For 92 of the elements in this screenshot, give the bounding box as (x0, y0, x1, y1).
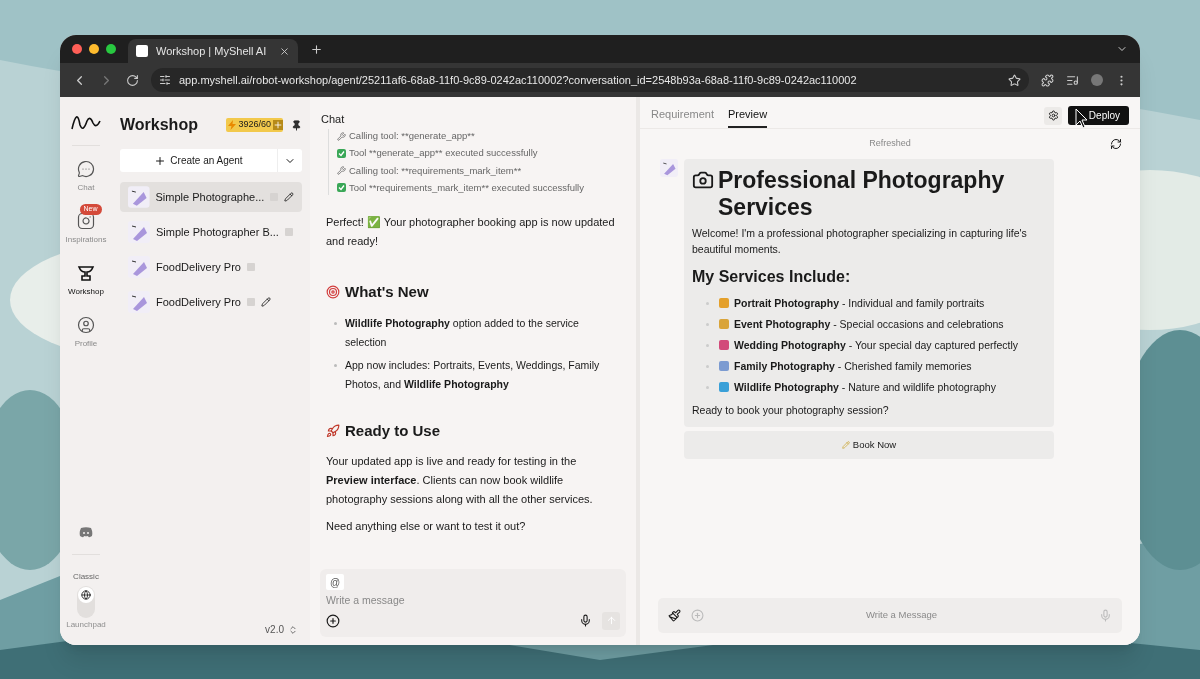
address-bar[interactable]: app.myshell.ai/robot-workshop/agent/25211af6-68a8-11f0-9c89-0242ac110002?conversation_id=2548b93a-68a8-11f0-9c89-0242ac110002 (151, 68, 1029, 92)
arrow-up-icon (605, 615, 617, 627)
preview-tab[interactable]: Preview (728, 105, 768, 128)
discord-icon[interactable] (79, 527, 93, 538)
tab-title: Workshop | MyShell AI (156, 43, 268, 59)
chat-heading: Ready to Use (345, 420, 441, 441)
url-text: app.myshell.ai/robot-workshop/agent/25211af6-68a8-11f0-9c89-0242ac110002?conversation_id=2548b93a-68a8-11f0-9c89-0242ac110002 (179, 72, 858, 88)
check-icon (337, 183, 346, 193)
chat-paragraph: Your updated app is live and ready for testing in the Preview interface. Clients can now book wildlife photography sessions along with all the other services. (326, 454, 594, 507)
chat-heading: What's New (345, 282, 429, 302)
lightning-icon (228, 120, 237, 130)
preview-message-input[interactable]: Write a Message (714, 608, 1089, 623)
reload-icon[interactable] (126, 73, 139, 87)
check-icon (337, 148, 346, 158)
card-subheading: My Services Include: (692, 267, 852, 287)
add-attachment-icon[interactable] (326, 613, 340, 628)
wrench-icon (337, 131, 346, 141)
bullet-text: App now includes: Portraits, Events, Weddings, Family Photos, and Wildlife Photography (345, 357, 601, 392)
classic-label: Classic (73, 571, 99, 583)
mouse-cursor-icon (1075, 108, 1089, 130)
anvil-icon (77, 264, 95, 282)
mode-toggle[interactable] (77, 586, 95, 618)
service-item: Portrait Photography - Individual and family portraits (734, 296, 985, 311)
card-closing: Ready to book your photography session? (692, 403, 890, 418)
rocket-icon (326, 423, 340, 438)
tool-log-line: Tool **generate_app** executed successfully (349, 146, 538, 161)
agent-list-item[interactable]: Simple Photographer B... (120, 217, 302, 247)
profile-avatar[interactable] (1091, 74, 1103, 86)
agent-tag-icon (247, 263, 255, 271)
chat-paragraph: Need anything else or want to test it out? (326, 519, 527, 534)
pencil-icon (841, 440, 850, 449)
settings-icon (1047, 110, 1059, 121)
agent-avatar-icon (660, 159, 678, 177)
card-title: Professional Photography Services (718, 167, 1006, 221)
minimize-window-button[interactable] (89, 44, 99, 54)
card-intro: Welcome! I'm a professional photographer specializing in capturing life's beautiful moments. (692, 226, 1028, 257)
globe-icon (81, 590, 91, 600)
browser-tab[interactable]: Workshop | MyShell AI (128, 39, 298, 63)
extensions-icon[interactable] (1041, 73, 1054, 87)
camera-icon (77, 212, 95, 230)
camera-icon (692, 169, 714, 191)
agent-list-item[interactable]: FoodDelivery Pro (120, 287, 302, 317)
pin-icon[interactable] (291, 119, 302, 131)
service-item: Wildlife Photography - Nature and wildlife photography (734, 380, 996, 395)
chat-header: Chat (320, 111, 346, 127)
plus-icon (154, 154, 167, 167)
agent-tag-icon (247, 298, 255, 306)
refresh-status: Refreshed (869, 137, 911, 151)
deploy-button[interactable]: Deploy (1068, 106, 1129, 125)
site-settings-icon[interactable] (159, 74, 171, 86)
sidebar-title: Workshop (120, 115, 199, 135)
target-icon (326, 285, 340, 300)
edit-icon[interactable] (261, 297, 271, 307)
wrench-icon (337, 166, 346, 176)
version-selector[interactable]: v2.0 (265, 622, 284, 637)
paintbrush-icon[interactable] (668, 609, 681, 622)
chat-paragraph: Perfect! ✅ Your photographer booking app is now updated and ready! (326, 215, 616, 249)
microphone-icon[interactable] (579, 614, 592, 628)
tool-log-line: Calling tool: **requirements_mark_item** (349, 163, 522, 178)
service-item: Wedding Photography - Your special day captured perfectly (734, 338, 1018, 353)
agent-tag-icon (284, 228, 293, 236)
edit-icon[interactable] (284, 192, 294, 202)
rail-nav-item[interactable]: Workshop (68, 264, 104, 298)
tool-log-line: Tool **requirements_mark_item** executed successfully (349, 180, 584, 195)
preview-message-field[interactable]: Write a Message (658, 598, 1122, 633)
agent-avatar-icon (128, 256, 150, 278)
message-input[interactable]: Write a message (326, 593, 620, 609)
agent-avatar-icon (128, 221, 150, 243)
agent-avatar-icon (128, 186, 150, 208)
site-favicon (136, 45, 148, 57)
agent-avatar-icon (128, 291, 150, 313)
close-window-button[interactable] (72, 44, 82, 54)
credits-badge[interactable]: 3926/60 (226, 118, 283, 132)
launchpad-label: Launchpad (66, 619, 106, 631)
mention-button[interactable]: @ (326, 574, 344, 590)
logo-icon[interactable] (71, 113, 101, 131)
agent-list-item[interactable]: Simple Photographe... (120, 182, 302, 212)
user-icon (77, 316, 95, 334)
settings-button[interactable] (1044, 106, 1062, 125)
bullet-text: Wildlife Photography option added to the service selection (345, 315, 580, 350)
chat-bubble-icon (77, 160, 95, 178)
new-tab-icon[interactable] (310, 42, 323, 56)
bookmark-star-icon[interactable] (1008, 73, 1021, 87)
service-item: Event Photography - Special occasions and celebrations (734, 317, 1004, 332)
agent-list-item[interactable]: FoodDelivery Pro (120, 252, 302, 282)
book-now-button[interactable]: Book Now (684, 430, 1054, 459)
service-item: Family Photography - Cherished family memories (734, 359, 972, 374)
maximize-window-button[interactable] (106, 44, 116, 54)
close-tab-icon[interactable] (279, 45, 290, 57)
tool-log-line: Calling tool: **generate_app** (349, 129, 475, 143)
refresh-icon[interactable] (1110, 138, 1122, 150)
media-icon[interactable] (1066, 73, 1079, 87)
